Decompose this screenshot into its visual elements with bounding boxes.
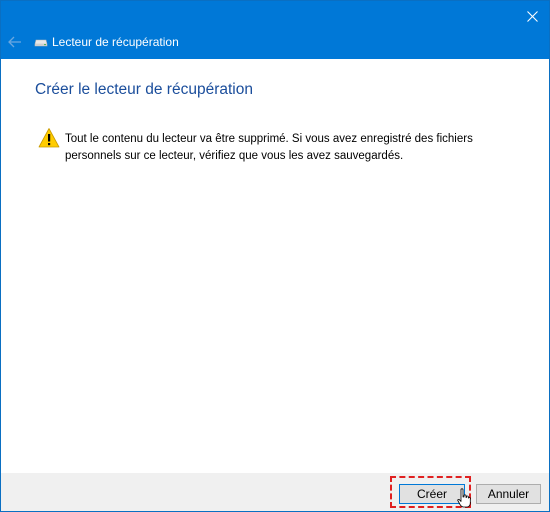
drive-icon xyxy=(34,39,48,47)
recovery-drive-window: Lecteur de récupération Créer le lecteur… xyxy=(0,0,550,512)
create-button[interactable]: Créer xyxy=(399,484,465,504)
cancel-button[interactable]: Annuler xyxy=(476,484,541,504)
window-title-area: Lecteur de récupération xyxy=(34,35,179,49)
warning-icon xyxy=(38,128,60,148)
page-title: Créer le lecteur de récupération xyxy=(35,81,253,98)
window-title: Lecteur de récupération xyxy=(52,35,179,49)
title-bar: Lecteur de récupération xyxy=(1,1,549,59)
back-arrow-icon xyxy=(8,36,21,48)
back-button[interactable] xyxy=(5,33,25,51)
footer-bar xyxy=(1,473,549,511)
close-icon xyxy=(526,10,538,22)
warning-message: Tout le contenu du lecteur va être suppr… xyxy=(65,133,473,162)
close-button[interactable] xyxy=(515,1,549,31)
